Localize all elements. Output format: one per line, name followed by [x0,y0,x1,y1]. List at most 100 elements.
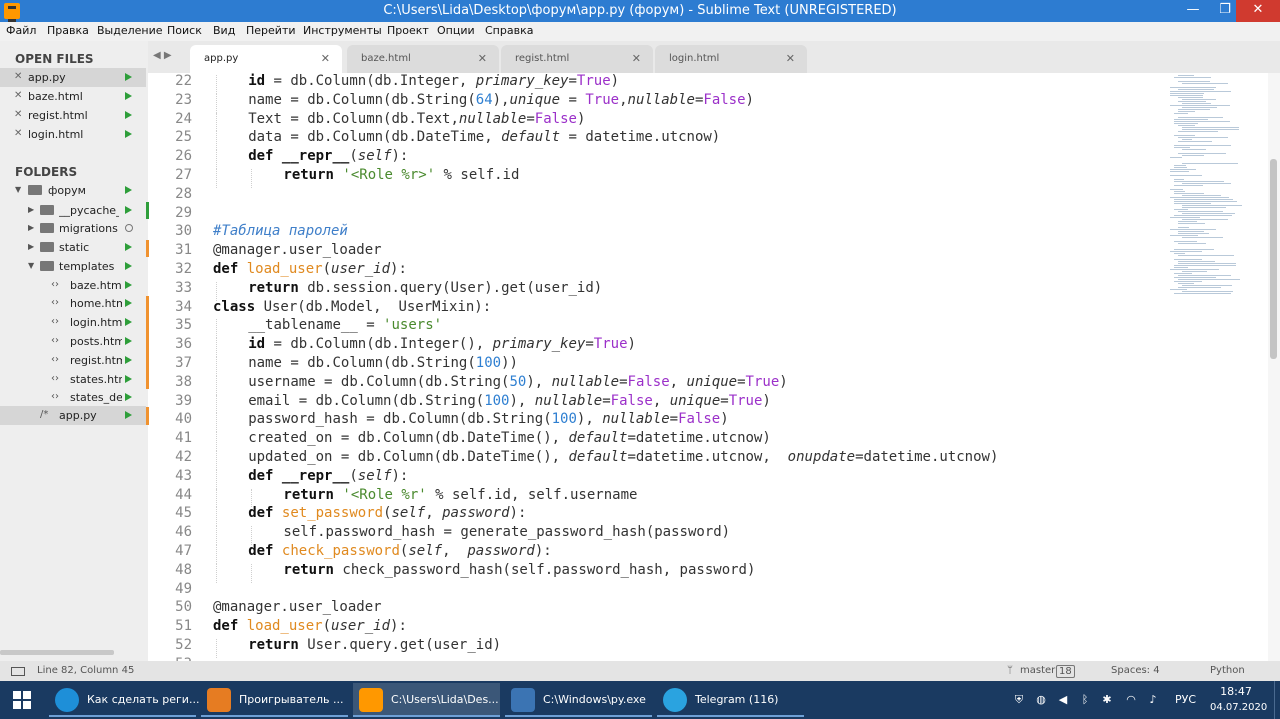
code-line[interactable]: return '<Role %r>' % self.id [283,167,519,183]
code-line[interactable]: __tablename__ = 'users' [248,317,442,333]
code-line[interactable]: updated_on = db.Column(db.DateTime(), de… [248,449,998,465]
tab-baze-html[interactable]: baze.html ✕ [347,45,499,73]
open-file-item[interactable]: ✕ app.py [0,68,146,87]
folder-item[interactable]: ▶ migrations [0,219,146,238]
code-line[interactable]: class User(db.Model, UserMixin): [213,299,491,315]
file-item[interactable]: ‹› login.html [0,313,146,332]
collapse-arrow-icon[interactable]: ▶ [28,223,34,232]
menu-tools[interactable]: Инструменты [303,24,382,37]
code-line[interactable]: name = db.Column(db.String(64),unique = … [248,92,754,108]
menu-selection[interactable]: Выделение [97,24,163,37]
minimap[interactable] [1168,73,1268,661]
tab-close-icon[interactable]: ✕ [786,52,795,65]
start-button[interactable] [13,691,31,709]
syntax-setting[interactable]: Python [1210,665,1245,676]
open-file-item[interactable]: ✕ regist.html [0,106,146,125]
file-item[interactable]: ‹› baze.html [0,276,146,295]
tab-close-icon[interactable]: ✕ [478,52,487,65]
tab-close-icon[interactable]: ✕ [321,52,330,65]
file-item[interactable]: ‹› posts.html [0,332,146,351]
close-button[interactable]: ✕ [1236,0,1280,22]
code-line[interactable]: def check_password(self, password): [248,543,551,559]
code-line[interactable]: @manager.user_loader [213,599,382,615]
menu-project[interactable]: Проект [387,24,429,37]
file-item[interactable]: ‹› states_det [0,388,146,407]
wifi-icon[interactable]: ◠ [1124,693,1138,707]
expand-arrow-icon[interactable]: ▼ [28,261,34,270]
code-line[interactable]: def set_password(self, password): [248,505,526,521]
expand-arrow-icon[interactable]: ▼ [15,185,21,194]
taskbar-item[interactable]: C:\Users\Lida\Des... [353,683,500,717]
close-file-icon[interactable]: ✕ [14,71,22,82]
menu-edit[interactable]: Правка [47,24,89,37]
input-method-icon[interactable]: ✱ [1100,693,1114,707]
code-line[interactable]: return User.query.get(user_id) [248,637,501,653]
taskbar-item[interactable]: Как сделать реги... [49,683,199,717]
code-line[interactable]: def load_user(user_id): [213,261,407,277]
collapse-arrow-icon[interactable]: ▶ [28,242,34,251]
speaker-icon[interactable]: ♪ [1146,693,1160,707]
tab-close-icon[interactable]: ✕ [632,52,641,65]
code-line[interactable]: email = db.Column(db.String(100), nullab… [248,393,771,409]
code-line[interactable]: data = db.Column(db.DateTime, default = … [248,129,720,145]
show-desktop-button[interactable] [1274,681,1280,719]
volume-icon[interactable]: ◀ [1056,693,1070,707]
code-line[interactable]: def load_user(user_id): [213,618,407,634]
bluetooth-icon[interactable]: ᛒ [1078,693,1092,707]
code-line[interactable]: id = db.Column(db.Integer(), primary_key… [248,336,636,352]
git-branch[interactable]: master [1020,665,1055,676]
clock-date[interactable]: 04.07.2020 [1210,702,1267,713]
network-globe-icon[interactable]: ◍ [1034,693,1048,707]
code-line[interactable]: username = db.Column(db.String(50), null… [248,374,788,390]
menu-view[interactable]: Вид [213,24,235,37]
panel-toggle-icon[interactable] [11,667,25,676]
minimize-button[interactable]: — [1176,0,1210,22]
code-line[interactable]: return '<Role %r' % self.id, self.userna… [283,487,637,503]
code-line[interactable]: self.password_hash = generate_password_h… [283,524,730,540]
taskbar-item[interactable]: Проигрыватель ... [201,683,348,717]
collapse-arrow-icon[interactable]: ▶ [28,205,34,214]
menu-file[interactable]: Файл [6,24,36,37]
code-line[interactable]: @manager.user_loader [213,242,382,258]
tab-regist-html[interactable]: regist.html ✕ [501,45,653,73]
tab-app-py[interactable]: app.py ✕ [190,45,342,73]
code-line[interactable]: def __repr__(self): [248,468,408,484]
menu-find[interactable]: Поиск [167,24,202,37]
close-file-icon[interactable]: ✕ [14,109,22,120]
scrollbar-thumb[interactable] [1270,159,1277,359]
code-line[interactable]: name = db.Column(db.String(100)) [248,355,518,371]
menu-goto[interactable]: Перейти [246,24,296,37]
code-line[interactable]: def __repr__(self): [248,148,408,164]
tab-scroll-arrows-icon[interactable]: ◀ ▶ [153,50,172,61]
open-file-item[interactable]: ✕ login.html [0,125,146,144]
close-file-icon[interactable]: ✕ [14,90,22,101]
folder-item[interactable]: ▼ форум [0,181,146,200]
defender-icon[interactable]: ⛨ [1012,693,1026,707]
sidebar-scrollbar[interactable] [0,650,114,655]
code-line[interactable]: #Таблица паролей [213,223,348,239]
clock-time[interactable]: 18:47 [1214,685,1258,698]
code-editor[interactable]: 22 23 24 25 26 27 28 29 30 31 32 33 34 35 36 37 38 39 40 41… [150,73,1168,661]
code-line[interactable]: created_on = db.Column(db.DateTime(), de… [248,430,771,446]
tab-login-html[interactable]: login.html ✕ [655,45,807,73]
code-line[interactable]: password_hash = db.Column(db.String(100)… [248,411,729,427]
indentation-setting[interactable]: Spaces: 4 [1111,665,1160,676]
taskbar-item[interactable]: Telegram (116) [657,683,804,717]
code-line[interactable]: Text = db.Column(db.Text,nullable=False) [248,111,585,127]
taskbar-item[interactable]: C:\Windows\py.exe [505,683,652,717]
keyboard-language[interactable]: РУС [1175,693,1196,706]
close-file-icon[interactable]: ✕ [14,128,22,139]
code-line[interactable]: return check_password_hash(self.password… [283,562,755,578]
file-item[interactable]: ‹› states.htm [0,370,146,389]
folder-item[interactable]: ▶ static [0,238,146,257]
editor-scrollbar[interactable] [1268,73,1280,661]
code-line[interactable]: return db.session.query(User).get(user_i… [248,280,602,296]
code-line[interactable]: id = db.Column(db.Integer, primary_key=T… [248,73,619,89]
folder-item[interactable]: ▶ __pycache__ [0,201,146,220]
file-item[interactable]: ‹› home.htm [0,294,146,313]
file-item[interactable]: ‹› regist.html [0,351,146,370]
menu-help[interactable]: Справка [485,24,533,37]
menu-preferences[interactable]: Опции [437,24,475,37]
file-item[interactable]: /* app.py [0,406,146,425]
open-file-item[interactable]: ✕ baze.html [0,87,146,106]
